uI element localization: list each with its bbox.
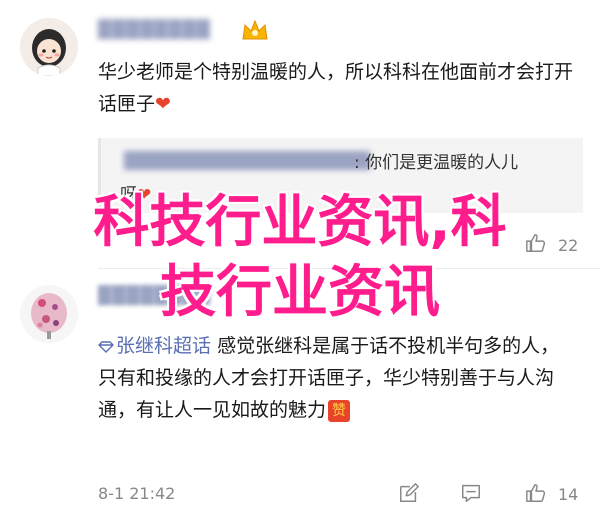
- quoted-username[interactable]: ████████████████████: [124, 151, 370, 170]
- heart-icon: ❤: [155, 93, 171, 115]
- avatar[interactable]: [20, 18, 78, 76]
- comment-text: 华少老师是个特别温暖的人，所以科科在他面前才会打开话匣子❤: [98, 56, 578, 120]
- cartoon-girl-avatar-icon: [20, 18, 78, 76]
- topic-link[interactable]: 张继科超话: [98, 335, 211, 357]
- thumbs-up-icon[interactable]: [525, 482, 547, 504]
- username[interactable]: ████████: [98, 20, 211, 40]
- comment-time: 8-1 21:42: [98, 484, 176, 503]
- like-count: 14: [558, 485, 579, 504]
- watermark-overlay: 科技行业资讯,科 技行业资讯: [20, 188, 580, 328]
- topic-label[interactable]: 张继科超话: [116, 335, 211, 357]
- edit-icon[interactable]: [398, 482, 420, 504]
- quoted-text: : 你们是更温暖的人儿: [354, 153, 519, 173]
- watermark-line: 技行业资讯: [160, 260, 440, 325]
- watermark-line: 科技行业资讯,科: [93, 190, 507, 255]
- comment-icon[interactable]: [460, 482, 482, 504]
- vip-crown-badge-icon: [242, 19, 268, 40]
- comment-text: 张继科超话 感觉张继科是属于话不投机半句多的人，只有和投缘的人才会打开话匣子，华…: [98, 330, 578, 426]
- zan-emoji-icon: 赞: [328, 399, 351, 422]
- diamond-topic-icon: [98, 340, 114, 353]
